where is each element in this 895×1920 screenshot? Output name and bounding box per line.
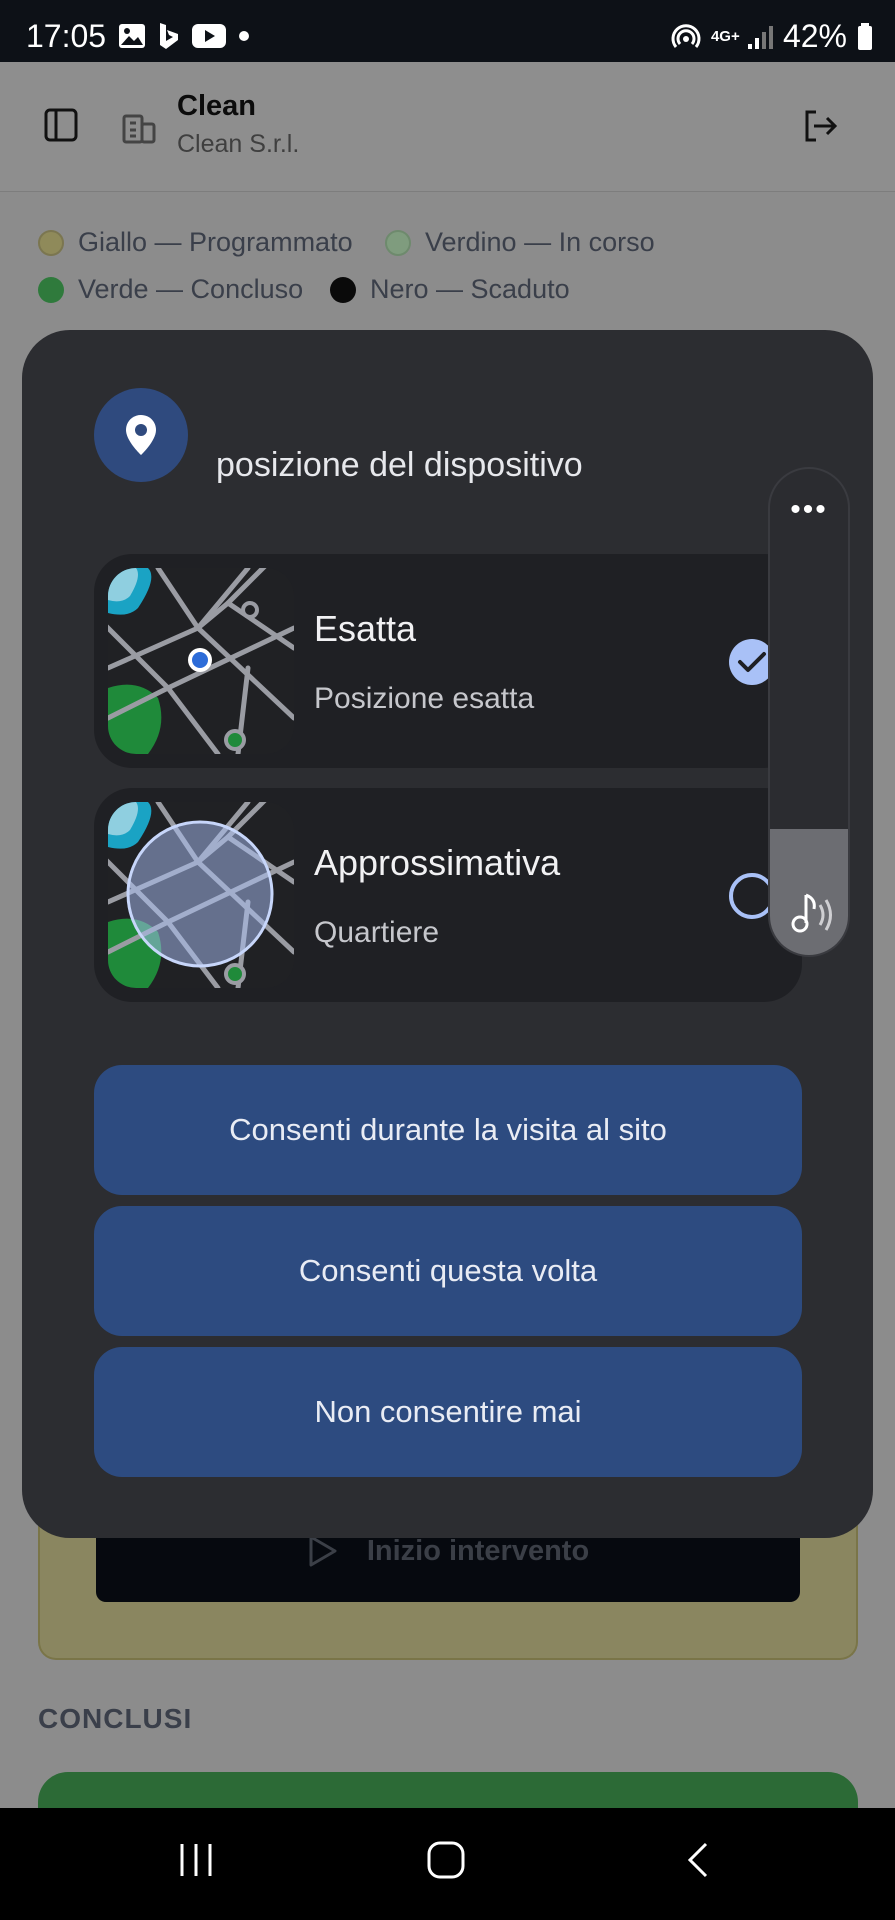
option-approximate[interactable]: Approssimativa Quartiere bbox=[94, 788, 802, 1002]
notification-icons bbox=[118, 22, 250, 50]
app-header: Clean Clean S.r.l. bbox=[0, 62, 895, 192]
location-pin-icon bbox=[126, 415, 156, 455]
network-type: 4G+ bbox=[710, 27, 740, 45]
play-icon bbox=[309, 1535, 337, 1567]
hotspot-icon bbox=[671, 23, 701, 48]
option-approximate-label: Approssimativa bbox=[314, 842, 561, 883]
sidebar-toggle-icon[interactable] bbox=[44, 108, 78, 142]
navigation-bar bbox=[0, 1808, 895, 1920]
volume-panel[interactable]: ••• bbox=[768, 467, 850, 957]
media-volume-icon bbox=[791, 893, 832, 933]
bing-icon bbox=[160, 23, 178, 49]
legend-label: Verdino — In corso bbox=[425, 227, 655, 257]
location-icon-badge bbox=[94, 388, 188, 482]
option-precise-label: Esatta bbox=[314, 608, 417, 649]
legend-dot bbox=[330, 276, 356, 303]
battery-icon bbox=[858, 22, 872, 50]
gallery-icon bbox=[119, 24, 145, 48]
dot-icon bbox=[239, 31, 249, 41]
company-subtitle: Clean S.r.l. bbox=[177, 130, 300, 158]
status-right: 4G+ 42% bbox=[671, 18, 873, 55]
legend-label: Giallo — Programmato bbox=[78, 227, 353, 257]
approximate-map-thumbnail bbox=[108, 802, 294, 988]
allow-this-time-button[interactable]: Consenti questa volta bbox=[94, 1206, 802, 1336]
legend-label: Verde — Concluso bbox=[78, 274, 304, 304]
section-title-concluded: CONCLUSI bbox=[38, 1703, 193, 1734]
status-bar: 17:05 4G+ 42% bbox=[0, 0, 895, 62]
option-precise-description: Posizione esatta bbox=[314, 682, 535, 715]
check-icon bbox=[738, 652, 766, 672]
signal-icon bbox=[747, 25, 773, 49]
building-icon bbox=[122, 114, 156, 144]
legend-item-light-green: Verdino — In corso bbox=[385, 227, 655, 258]
legend-label: Nero — Scaduto bbox=[370, 274, 570, 304]
company-title: Clean bbox=[177, 90, 256, 122]
location-permission-dialog: posizione del dispositivo Esatta Posizio… bbox=[22, 330, 873, 1538]
logout-icon[interactable] bbox=[802, 108, 838, 144]
start-intervention-label: Inizio intervento bbox=[366, 1534, 590, 1567]
legend-dot bbox=[38, 229, 64, 256]
option-precise[interactable]: Esatta Posizione esatta bbox=[94, 554, 802, 768]
precise-map-thumbnail bbox=[108, 568, 294, 754]
back-icon[interactable] bbox=[682, 1840, 712, 1880]
legend-item-black: Nero — Scaduto bbox=[330, 274, 570, 305]
recent-apps-icon[interactable] bbox=[176, 1840, 216, 1880]
legend-item-yellow: Giallo — Programmato bbox=[38, 227, 353, 258]
option-approximate-description: Quartiere bbox=[314, 916, 440, 949]
map-icon bbox=[108, 568, 294, 754]
dialog-title: posizione del dispositivo bbox=[216, 446, 583, 484]
more-options-icon[interactable]: ••• bbox=[770, 495, 848, 525]
status-time: 17:05 bbox=[26, 18, 107, 54]
legend-dot bbox=[38, 276, 64, 303]
never-allow-button[interactable]: Non consentire mai bbox=[94, 1347, 802, 1477]
youtube-icon bbox=[192, 24, 226, 48]
legend-dot bbox=[385, 229, 411, 256]
legend-item-green: Verde — Concluso bbox=[38, 274, 303, 305]
map-icon bbox=[108, 802, 294, 988]
home-icon[interactable] bbox=[426, 1840, 466, 1880]
battery-level: 42% bbox=[782, 18, 847, 54]
allow-during-visit-button[interactable]: Consenti durante la visita al sito bbox=[94, 1065, 802, 1195]
